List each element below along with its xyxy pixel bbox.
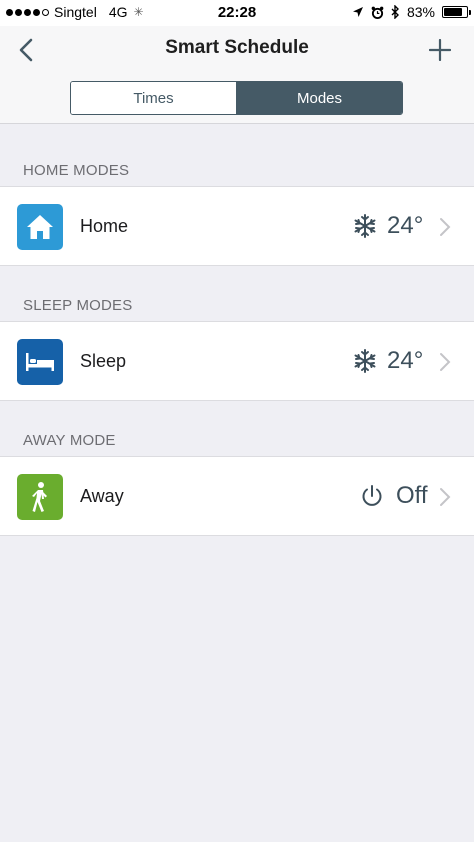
snowflake-icon (352, 213, 378, 239)
section-header-away-mode: AWAY MODE (23, 432, 116, 449)
chevron-right-icon (440, 218, 451, 236)
mode-row-home[interactable]: Home 24° (0, 186, 474, 266)
mode-label: Home (80, 216, 129, 236)
status-right: 83% (352, 4, 471, 20)
battery-icon (442, 6, 471, 18)
tab-modes[interactable]: Modes (237, 82, 402, 114)
plus-icon (429, 39, 451, 61)
home-mode-badge (17, 204, 63, 250)
screen: Singtel 4G ✳ 22:28 83% Smart Schedule Ti… (0, 0, 474, 842)
section-header-home-modes: HOME MODES (23, 162, 130, 179)
status-bar: Singtel 4G ✳ 22:28 83% (0, 0, 474, 26)
chevron-right-icon (440, 488, 451, 506)
away-mode-badge (17, 474, 63, 520)
mode-row-away[interactable]: Away Off (0, 456, 474, 536)
add-button[interactable] (424, 34, 456, 66)
mode-temperature: 24° (387, 347, 424, 374)
mode-status: Off (396, 482, 428, 509)
alarm-clock-icon (371, 6, 384, 19)
battery-level-fill (444, 8, 463, 16)
house-icon (27, 215, 53, 239)
navigation-bar: Smart Schedule Times Modes (0, 26, 474, 124)
mode-row-sleep[interactable]: Sleep 24° (0, 321, 474, 401)
battery-percent: 83% (406, 4, 435, 20)
section-header-sleep-modes: SLEEP MODES (23, 297, 133, 314)
chevron-right-icon (440, 353, 451, 371)
mode-label: Sleep (80, 351, 127, 371)
mode-temperature: 24° (387, 212, 424, 239)
sleep-mode-badge (17, 339, 63, 385)
bed-icon (26, 353, 54, 371)
walking-person-icon (32, 482, 47, 512)
snowflake-icon (352, 348, 378, 374)
page-title: Smart Schedule (165, 37, 309, 58)
segmented-control: Times Modes (70, 81, 403, 115)
bluetooth-icon (391, 5, 400, 19)
mode-label: Away (80, 486, 124, 506)
tab-times[interactable]: Times (71, 82, 237, 114)
location-arrow-icon (352, 6, 364, 18)
power-icon (359, 483, 385, 509)
